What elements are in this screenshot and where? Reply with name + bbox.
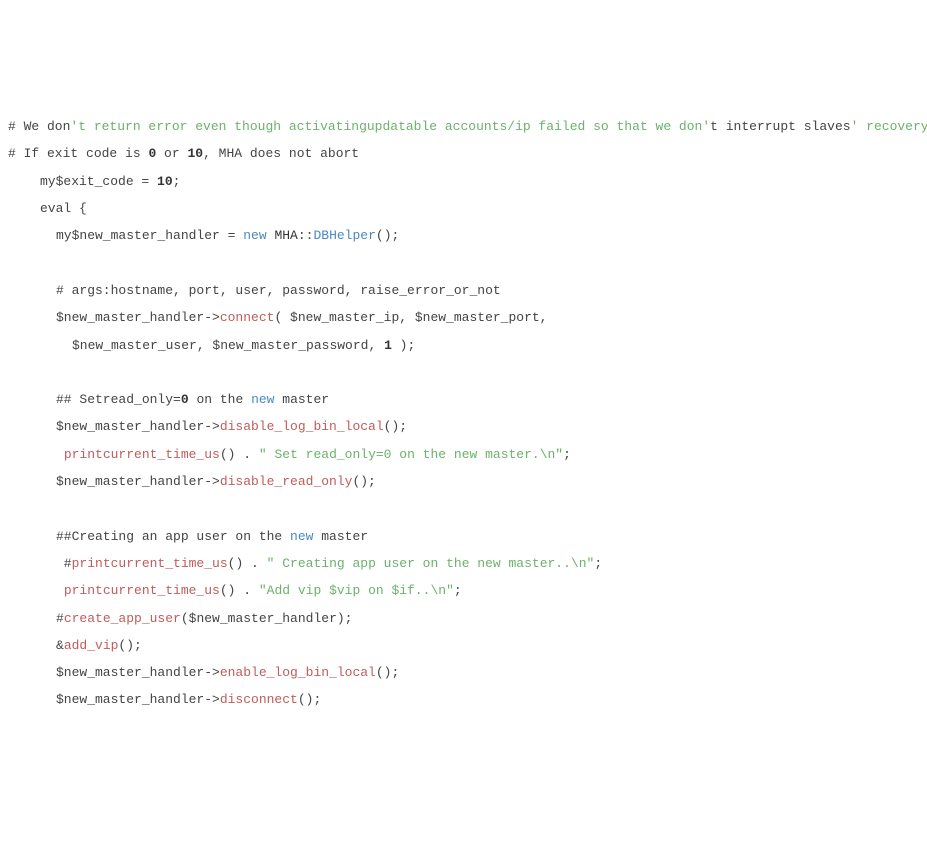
code-line-10: $new_master_handler->disable_log_bin_loc…	[8, 413, 919, 440]
string-part: ' recovery.	[851, 119, 927, 134]
text-part: on the	[189, 392, 251, 407]
text-part: my$new_master_handler =	[56, 228, 243, 243]
code-line-11: printcurrent_time_us() . " Set read_only…	[8, 441, 919, 468]
text-part: $new_master_user, $new_master_password,	[72, 338, 384, 353]
code-line-4: eval {	[8, 195, 919, 222]
comment-line: # args:hostname, port, user, password, r…	[56, 283, 501, 298]
text-part: , MHA does not abort	[203, 146, 359, 161]
code-line-16: #create_app_user($new_master_handler);	[8, 605, 919, 632]
punct: ();	[352, 474, 375, 489]
func-add-vip: add_vip	[64, 638, 119, 653]
method-enable-log-bin-local: enable_log_bin_local	[220, 665, 376, 680]
punct: ();	[376, 228, 399, 243]
punct: ;	[173, 174, 181, 189]
text-part: $new_master_handler->	[56, 474, 220, 489]
code-line-6: # args:hostname, port, user, password, r…	[8, 277, 919, 304]
text-part: () .	[228, 556, 267, 571]
space	[56, 447, 64, 462]
punct: ;	[594, 556, 602, 571]
number: 1	[384, 338, 392, 353]
string-literal: " Set read_only=0 on the new master.\n"	[259, 447, 563, 462]
code-line-18: $new_master_handler->enable_log_bin_loca…	[8, 659, 919, 686]
method-disable-read-only: disable_read_only	[220, 474, 353, 489]
comment-text: # If exit code is	[8, 146, 148, 161]
text-part: () .	[220, 583, 259, 598]
method-connect: connect	[220, 310, 275, 325]
code-line-5: my$new_master_handler = new MHA::DBHelpe…	[8, 222, 919, 249]
text-part: eval {	[40, 201, 87, 216]
text-part: ( $new_master_ip, $new_master_port,	[274, 310, 547, 325]
text-part: or	[156, 146, 187, 161]
code-line-8: $new_master_user, $new_master_password, …	[8, 332, 919, 359]
text-part: $new_master_handler->	[56, 692, 220, 707]
punct: );	[392, 338, 415, 353]
text-part: master	[274, 392, 329, 407]
comment-text: ## Setread_only=	[56, 392, 181, 407]
blank-line	[8, 359, 919, 386]
text-part: $new_master_handler->	[56, 419, 220, 434]
code-line-1: # We don't return error even though acti…	[8, 113, 919, 140]
package-dbhelper: DBHelper	[313, 228, 375, 243]
keyword-new: new	[251, 392, 274, 407]
text-part: t interrupt slaves	[710, 119, 850, 134]
comment-text: ##Creating an app user on the	[56, 529, 290, 544]
keyword-new: new	[290, 529, 313, 544]
package-mha: MHA	[274, 228, 297, 243]
text-part: master	[313, 529, 368, 544]
punct: ();	[118, 638, 141, 653]
text-part: $new_master_handler->	[56, 310, 220, 325]
code-line-17: &add_vip();	[8, 632, 919, 659]
code-line-14: #printcurrent_time_us() . " Creating app…	[8, 550, 919, 577]
func-print-current-time: printcurrent_time_us	[64, 583, 220, 598]
dbl-colon: ::	[298, 228, 314, 243]
text-part: $new_master_handler->	[56, 665, 220, 680]
blank-line	[8, 250, 919, 277]
text-part: ($new_master_handler);	[181, 611, 353, 626]
string-literal: "Add vip $vip on $if..\n"	[259, 583, 454, 598]
func-create-app-user: create_app_user	[64, 611, 181, 626]
punct: ();	[298, 692, 321, 707]
code-line-19: $new_master_handler->disconnect();	[8, 686, 919, 713]
code-block: # We don't return error even though acti…	[8, 113, 919, 714]
punct: ;	[454, 583, 462, 598]
number: 10	[157, 174, 173, 189]
text-part: my$exit_code =	[40, 174, 157, 189]
code-line-15: printcurrent_time_us() . "Add vip $vip o…	[8, 577, 919, 604]
comment-hash: #	[56, 556, 72, 571]
method-disable-log-bin-local: disable_log_bin_local	[220, 419, 384, 434]
number: 0	[181, 392, 189, 407]
space	[56, 583, 64, 598]
punct: ();	[376, 665, 399, 680]
blank-line	[8, 495, 919, 522]
func-print-current-time: printcurrent_time_us	[64, 447, 220, 462]
code-line-9: ## Setread_only=0 on the new master	[8, 386, 919, 413]
punct: ;	[563, 447, 571, 462]
number: 10	[187, 146, 203, 161]
keyword-new: new	[243, 228, 266, 243]
func-print-current-time: printcurrent_time_us	[72, 556, 228, 571]
code-line-13: ##Creating an app user on the new master	[8, 523, 919, 550]
code-line-3: my$exit_code = 10;	[8, 168, 919, 195]
comment-hash: # We don	[8, 119, 70, 134]
code-line-2: # If exit code is 0 or 10, MHA does not …	[8, 140, 919, 167]
string-literal: " Creating app user on the new master..\…	[267, 556, 595, 571]
amp: &	[56, 638, 64, 653]
method-disconnect: disconnect	[220, 692, 298, 707]
code-line-7: $new_master_handler->connect( $new_maste…	[8, 304, 919, 331]
code-line-12: $new_master_handler->disable_read_only()…	[8, 468, 919, 495]
string-part: 't return error even though activatingup…	[70, 119, 710, 134]
punct: ();	[384, 419, 407, 434]
comment-hash: #	[56, 611, 64, 626]
text-part: () .	[220, 447, 259, 462]
